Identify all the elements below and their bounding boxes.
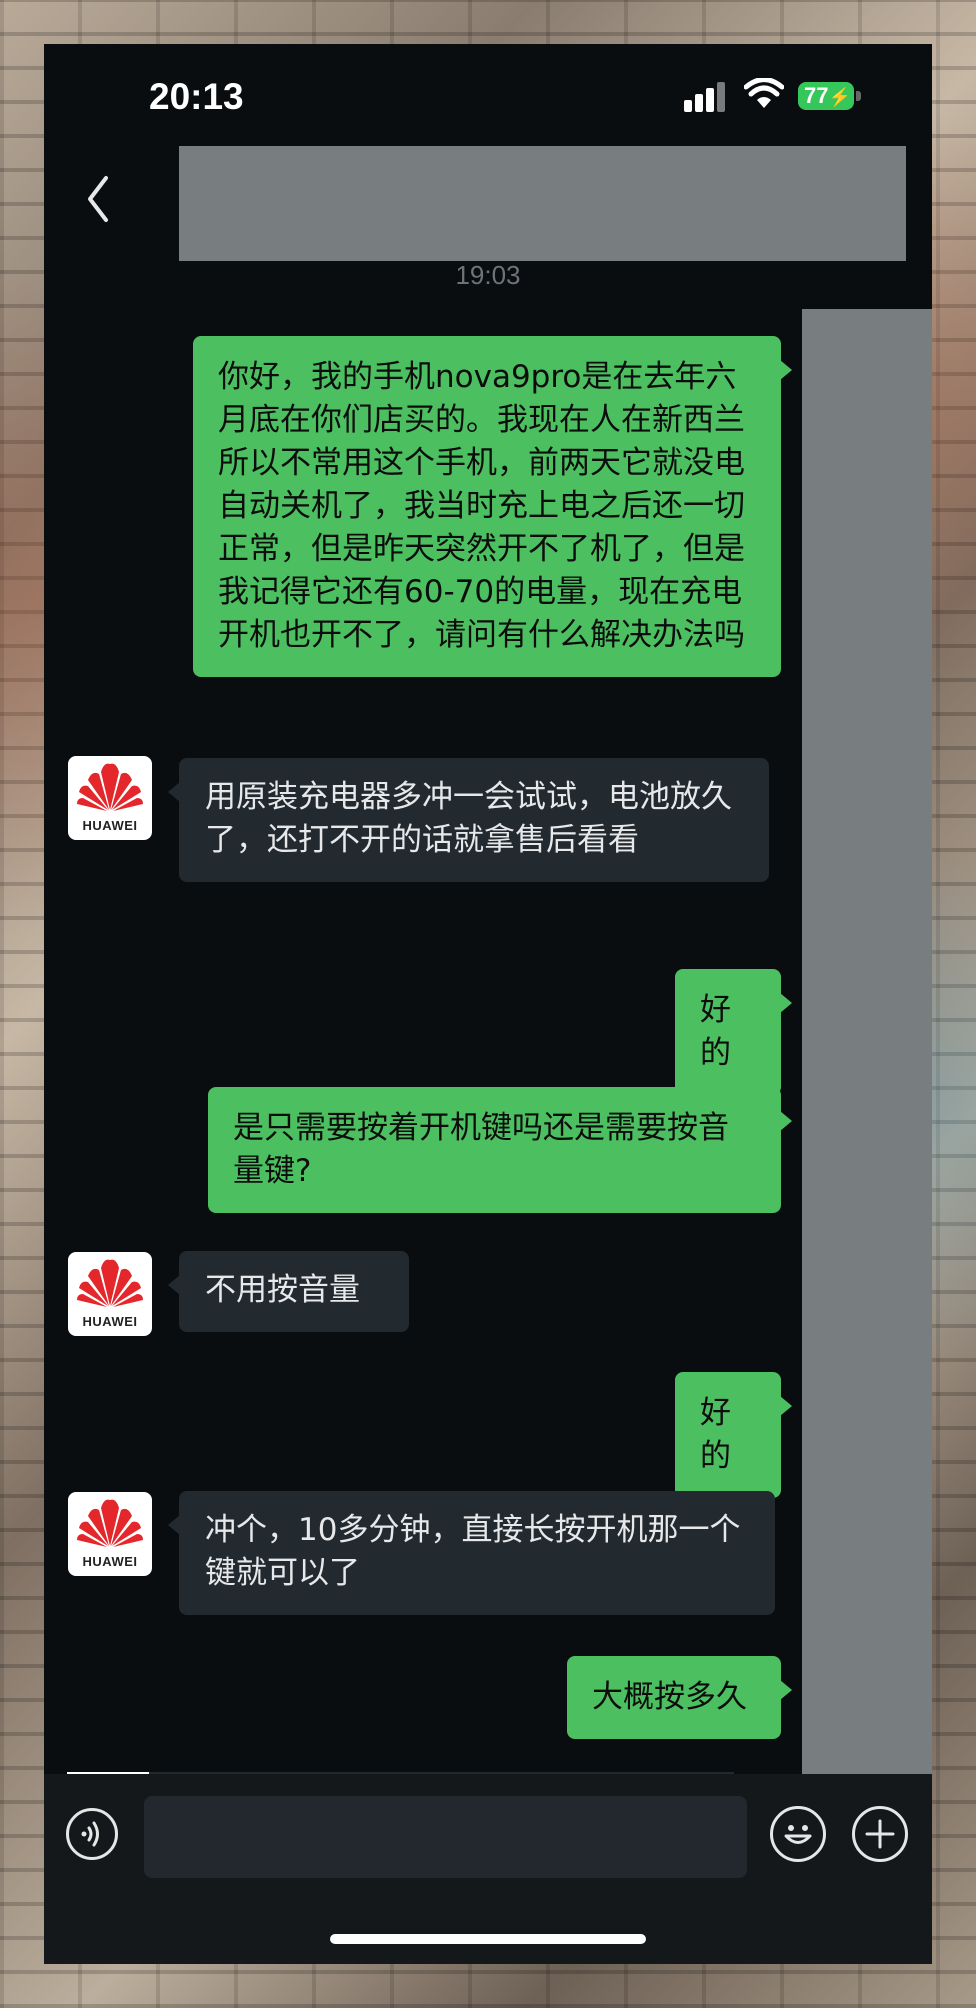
outgoing-message[interactable]: 好的 [675,1372,792,1498]
wifi-icon [744,78,784,108]
plus-icon [865,1819,895,1849]
back-button[interactable] [72,164,122,234]
battery-cap [856,91,861,101]
phone-screen: 20:13 77⚡ 19:03 你好，我的手机nova9pro是在去年六月底在你… [44,44,932,1964]
huawei-logo-icon [77,763,143,811]
avatar-brand-text: HUAWEI [82,818,138,833]
message-input[interactable] [144,1796,747,1878]
battery-level: 77 [804,83,829,108]
plus-button[interactable] [852,1806,908,1862]
outgoing-message[interactable]: 大概按多久 [567,1656,792,1739]
emoji-button[interactable] [770,1806,826,1862]
incoming-message[interactable]: 不用按音量 [168,1251,409,1332]
avatar-brand-text: HUAWEI [82,1554,138,1569]
voice-icon [81,1821,99,1847]
message-timestamp: 19:03 [455,260,521,290]
status-bar: 20:13 77⚡ [44,44,932,144]
contact-avatar[interactable]: HUAWEI [68,1252,152,1336]
cellular-signal-icon [684,82,728,112]
huawei-logo-icon [77,1499,143,1547]
home-indicator[interactable] [330,1934,646,1944]
incoming-message[interactable]: 冲个，10多分钟，直接长按开机那一个键就可以了 [168,1491,775,1615]
status-time: 20:13 [149,76,244,117]
voice-button[interactable] [66,1808,118,1860]
outgoing-message[interactable]: 是只需要按着开机键吗还是需要按音量键? [208,1087,792,1213]
contact-avatar[interactable]: HUAWEI [68,756,152,840]
incoming-message[interactable]: 用原装充电器多冲一会试试，电池放久了，还打不开的话就拿售后看看 [168,758,769,882]
redaction-block [802,309,932,1819]
chat-title-redacted [179,146,906,261]
battery-icon: 77⚡ [798,82,854,110]
outgoing-message[interactable]: 好的 [675,969,792,1095]
outgoing-message[interactable]: 你好，我的手机nova9pro是在去年六月底在你们店买的。我现在人在新西兰所以不… [193,336,792,677]
avatar-brand-text: HUAWEI [82,1314,138,1329]
contact-avatar[interactable]: HUAWEI [68,1492,152,1576]
huawei-logo-icon [77,1259,143,1307]
emoji-icon [784,1825,812,1844]
